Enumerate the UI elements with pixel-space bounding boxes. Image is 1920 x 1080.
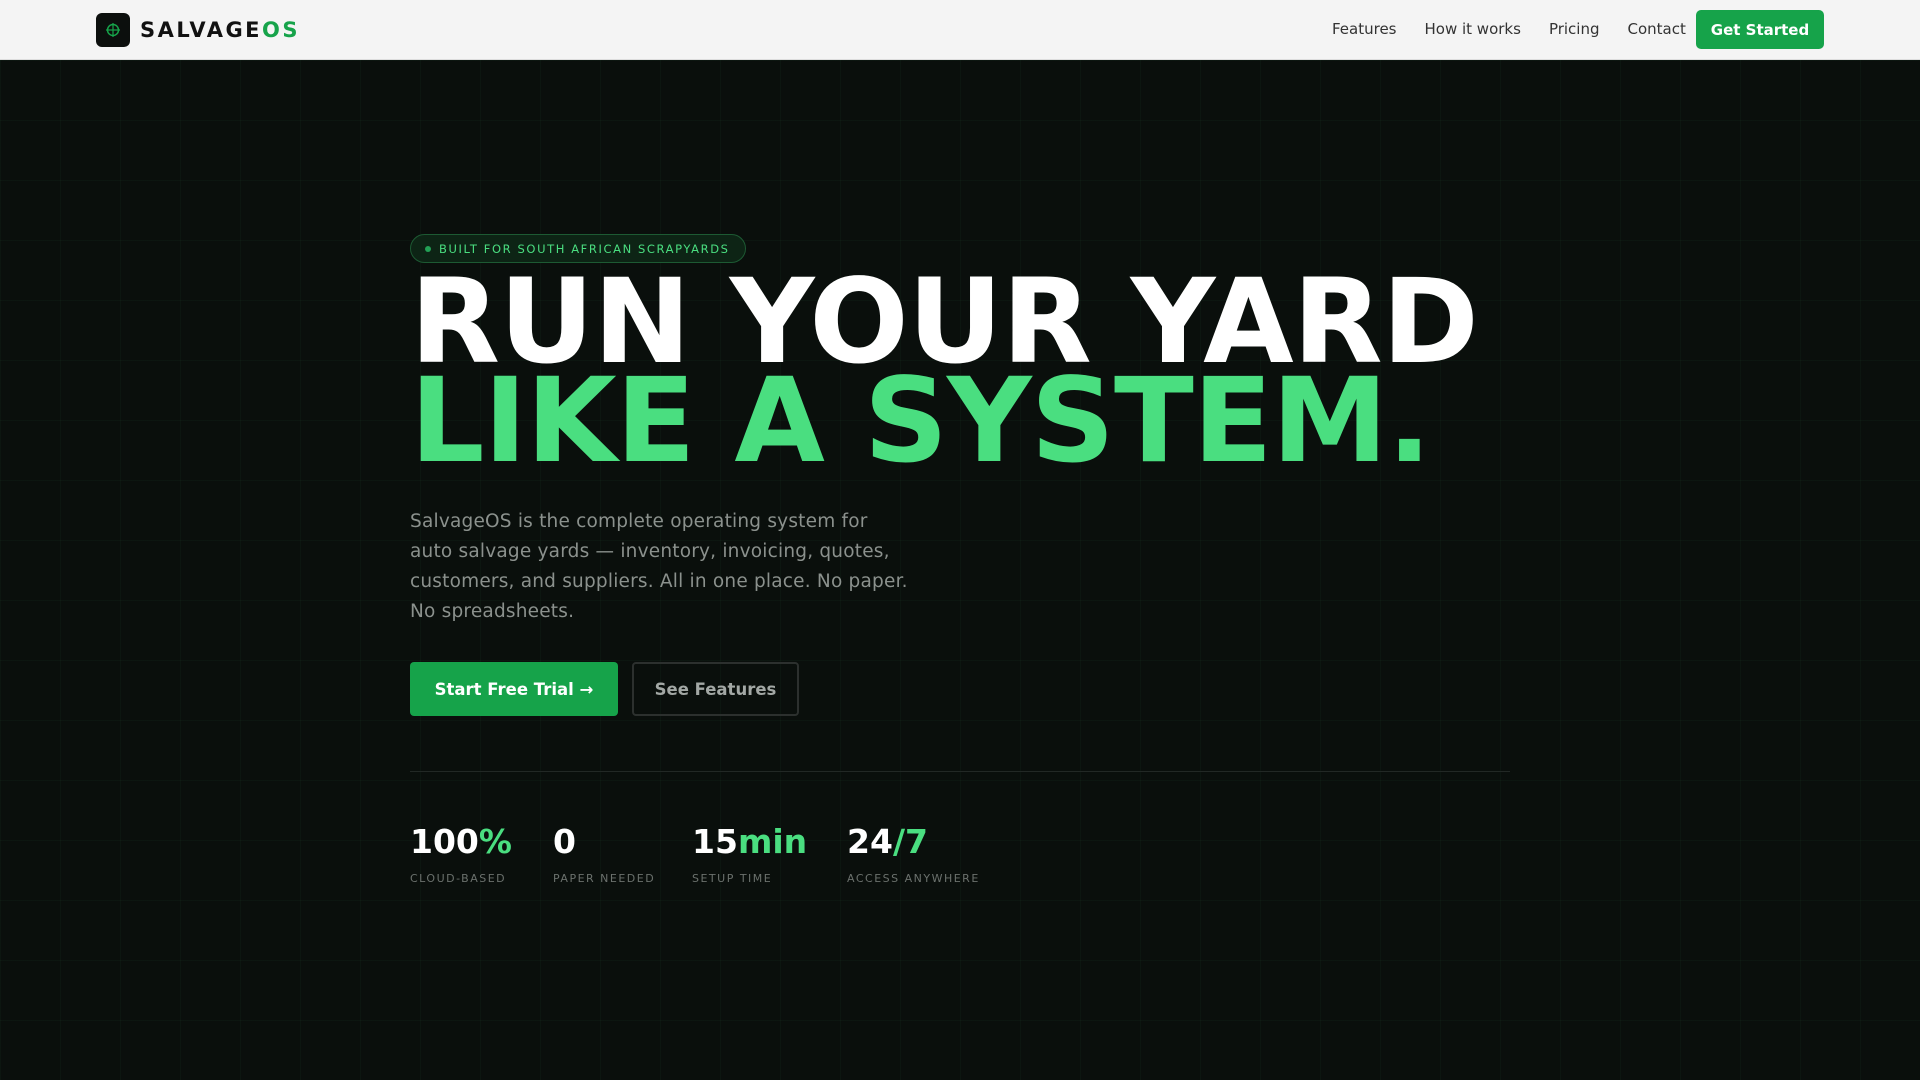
top-nav: SALVAGEOS Features How it works Pricing …: [0, 0, 1920, 60]
see-features-button[interactable]: See Features: [632, 662, 799, 716]
stat-accent: /7: [892, 822, 928, 861]
hero-title: RUN YOUR YARD LIKE A SYSTEM.: [410, 263, 1479, 489]
stat-accent: %: [478, 822, 512, 861]
hero-title-line2: LIKE A SYSTEM.: [410, 352, 1432, 489]
stat-value: 15: [692, 822, 738, 861]
stat-label: SETUP TIME: [692, 872, 773, 885]
stat-accent: min: [737, 822, 808, 861]
stat-cloud-based: 100% CLOUD-BASED: [410, 822, 512, 885]
nav-link-features[interactable]: Features: [1332, 20, 1397, 38]
crosshair-icon: [96, 13, 130, 47]
get-started-button[interactable]: Get Started: [1696, 10, 1824, 49]
dot-icon: [425, 245, 431, 252]
stat-access-anywhere: 24/7 ACCESS ANYWHERE: [847, 822, 980, 885]
start-free-trial-button[interactable]: Start Free Trial →: [410, 662, 618, 716]
nav-link-contact[interactable]: Contact: [1628, 20, 1686, 38]
hero-description: SalvageOS is the complete operating syst…: [410, 511, 908, 622]
stat-label: ACCESS ANYWHERE: [847, 872, 980, 885]
stat-paper-needed: 0 PAPER NEEDED: [553, 822, 655, 885]
nav-link-how-it-works[interactable]: How it works: [1425, 20, 1521, 38]
stat-label: PAPER NEEDED: [553, 872, 656, 885]
brand-logo[interactable]: SALVAGEOS: [96, 13, 300, 47]
stat-value: 100: [410, 822, 479, 861]
brand-name: SALVAGEOS: [140, 18, 300, 42]
stat-label: CLOUD-BASED: [410, 872, 507, 885]
brand-name-main: SALVAGE: [140, 18, 263, 42]
stat-value: 24: [847, 822, 893, 861]
nav-link-pricing[interactable]: Pricing: [1549, 20, 1600, 38]
divider: [410, 771, 1510, 772]
nav-links: Features How it works Pricing Contact: [1332, 0, 1714, 58]
brand-name-accent: OS: [262, 18, 301, 42]
stat-value: 0: [553, 822, 576, 861]
stat-setup-time: 15min SETUP TIME: [692, 822, 807, 885]
